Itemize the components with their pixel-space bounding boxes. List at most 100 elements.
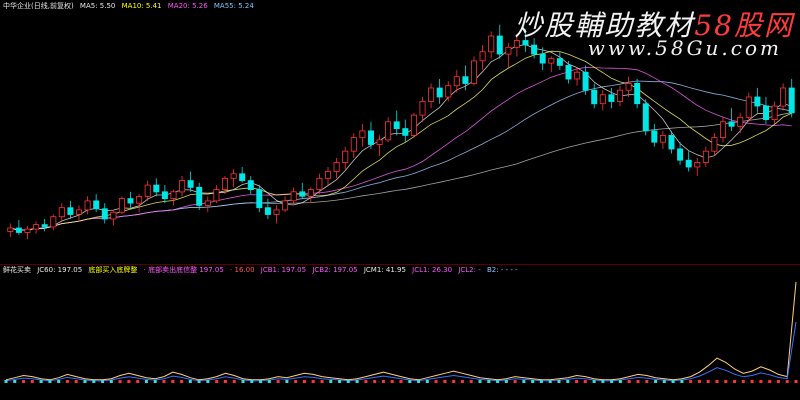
candle-up <box>170 191 177 200</box>
indicator-dot <box>399 380 403 383</box>
indicator-dot <box>662 380 666 383</box>
candle-up <box>694 162 701 168</box>
candle-up <box>574 71 581 80</box>
candle-up <box>737 116 744 127</box>
candle-up <box>410 114 417 136</box>
indicator-dot <box>250 380 254 383</box>
indicator-dot <box>452 380 456 383</box>
candle-down <box>196 186 203 206</box>
indicator-dot <box>794 380 798 383</box>
indicator-dot <box>285 380 289 383</box>
candle-up <box>76 209 83 215</box>
indicator-dot <box>522 380 526 383</box>
indicator-dot <box>487 380 491 383</box>
legend-ma5: MA5: 5.50 <box>79 2 116 10</box>
candle-up <box>7 227 14 232</box>
candle-down <box>565 65 572 80</box>
indicator-dot <box>583 380 587 383</box>
candle-up <box>385 121 392 141</box>
candle-up <box>316 177 323 191</box>
ma-long-line <box>10 112 792 231</box>
candle-down <box>15 227 22 233</box>
candle-down <box>153 184 160 193</box>
candle-down <box>651 130 658 143</box>
indicator-dot <box>215 380 219 383</box>
candle-up <box>428 87 435 103</box>
candle-down <box>591 89 598 105</box>
candle-down <box>677 148 684 161</box>
candle-down <box>496 35 503 55</box>
main-legend: 中华企业(日线,前复权) MA5: 5.50 MA10: 5.41 MA20: … <box>3 2 258 11</box>
indicator-dot <box>645 380 649 383</box>
indicator-dot <box>373 380 377 383</box>
candle-down <box>299 191 306 197</box>
watermark-url: www.58Gu.com <box>587 36 782 60</box>
indicator-dot <box>118 380 122 383</box>
candle-down <box>539 53 546 64</box>
indicator-dot <box>417 380 421 383</box>
candle-down <box>608 94 615 102</box>
candle-up <box>33 224 40 230</box>
candle-down <box>582 71 589 91</box>
indicator-dot <box>206 380 210 383</box>
candle-up <box>599 94 606 105</box>
candle-up <box>333 162 340 172</box>
candle-up <box>445 85 452 98</box>
indicator-dot <box>627 380 631 383</box>
candle-up <box>771 105 778 121</box>
indicator-dot <box>223 380 227 383</box>
indicator-dot <box>531 380 535 383</box>
candle-up <box>702 150 709 163</box>
candle-down <box>788 87 795 114</box>
indicator-dot <box>320 380 324 383</box>
indicator-legend-title: 鲜花买卖 <box>3 266 31 274</box>
candle-down <box>462 76 469 84</box>
indicator-dot <box>109 380 113 383</box>
candle-up <box>376 139 383 145</box>
indicator-dot <box>241 380 245 383</box>
indicator-dot <box>390 380 394 383</box>
legend-jcl2: JCL2: - <box>458 266 481 274</box>
candle-up <box>625 83 632 91</box>
candle-up <box>745 96 752 118</box>
legend-b2: B2: - - - - <box>486 266 518 274</box>
indicator-dot <box>259 380 263 383</box>
indicator-dot <box>346 380 350 383</box>
indicator-dot <box>504 380 508 383</box>
indicator-dot <box>715 380 719 383</box>
indicator-dot <box>654 380 658 383</box>
indicator-dot <box>144 380 148 383</box>
indicator-dot <box>22 380 26 383</box>
indicator-dot <box>443 380 447 383</box>
indicator-dot <box>267 380 271 383</box>
indicator-dot <box>469 380 473 383</box>
candle-up <box>720 121 727 139</box>
indicator-dot <box>566 380 570 383</box>
candle-down <box>67 207 74 215</box>
candle-up <box>24 228 31 233</box>
indicator-line <box>5 281 797 381</box>
candle-up <box>110 211 117 220</box>
indicator-dot <box>706 380 710 383</box>
indicator-dot <box>548 380 552 383</box>
candle-down <box>763 105 770 121</box>
indicator-dot <box>180 380 184 383</box>
indicator-dot <box>329 380 333 383</box>
indicator-dot <box>302 380 306 383</box>
candle-down <box>685 159 692 168</box>
indicator-dot <box>601 380 605 383</box>
candle-up <box>419 101 426 116</box>
indicator-dot <box>557 380 561 383</box>
indicator-dot <box>425 380 429 383</box>
indicator-dot <box>338 380 342 383</box>
candle-up <box>144 184 151 197</box>
candle-up <box>136 195 143 204</box>
indicator-dot <box>83 380 87 383</box>
indicator-dot <box>671 380 675 383</box>
indicator-dot <box>162 380 166 383</box>
legend-jcb2: JCB2: 197.05 <box>312 266 358 274</box>
candle-up <box>307 189 314 197</box>
legend-jcm1: JCM1: 41.95 <box>363 266 406 274</box>
indicator-dot <box>311 380 315 383</box>
indicator-dot <box>680 380 684 383</box>
